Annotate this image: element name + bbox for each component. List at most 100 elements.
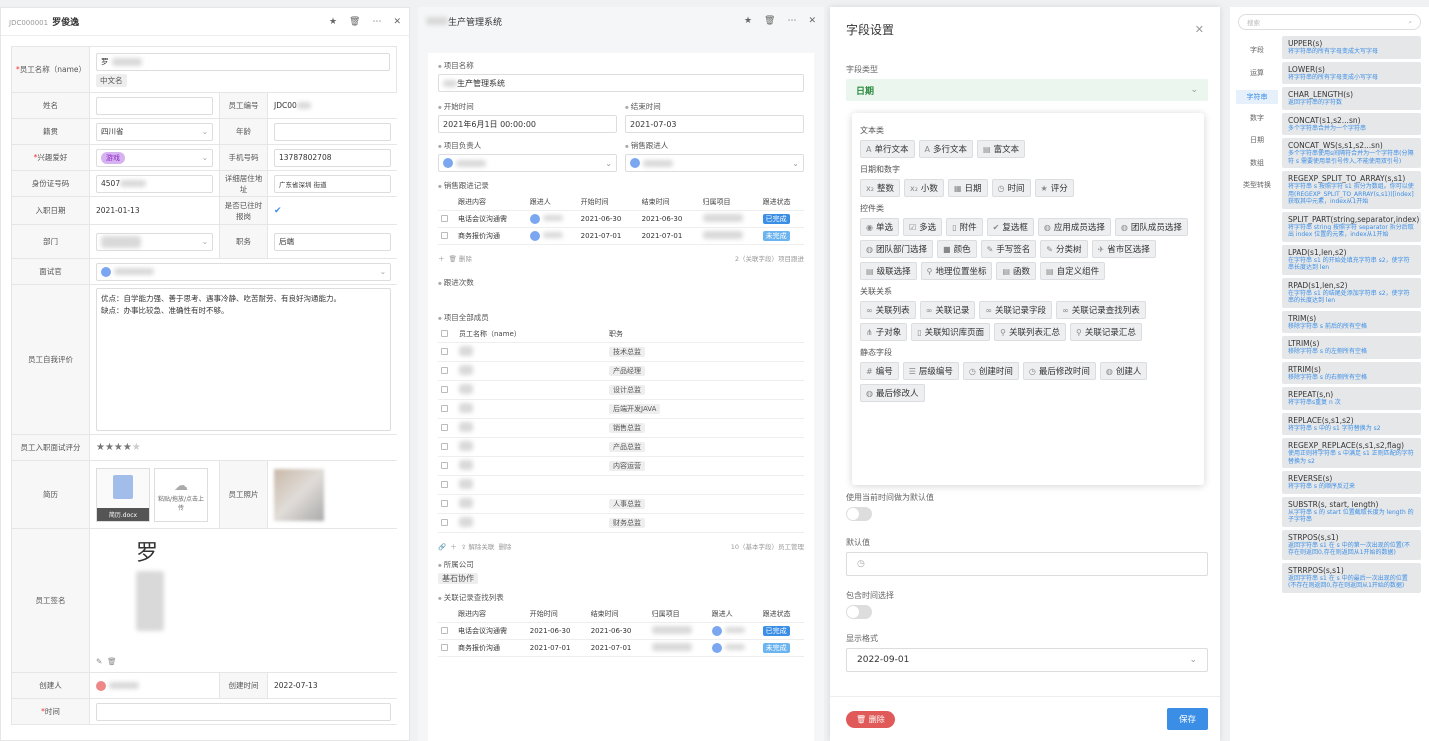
table-row[interactable]: 后端开发JAVA: [438, 399, 804, 419]
table-row[interactable]: 技术总监: [438, 342, 804, 362]
owner-select[interactable]: ⌄: [438, 154, 617, 172]
addr-input[interactable]: 广东省深圳 街道: [274, 174, 391, 193]
delete-button[interactable]: 删除: [499, 543, 512, 551]
field-type-option[interactable]: ■ 颜色: [937, 240, 977, 258]
field-type-option[interactable]: ∞ 关联记录查找列表: [1056, 301, 1146, 319]
field-type-option[interactable]: ▦ 日期: [947, 179, 988, 197]
close-icon[interactable]: ✕: [1195, 23, 1204, 36]
field-type-option[interactable]: ▤ 自定义组件: [1040, 262, 1106, 280]
field-type-option[interactable]: ★ 评分: [1034, 179, 1074, 197]
table-row[interactable]: 产品经理: [438, 361, 804, 381]
field-type-option[interactable]: x₂ 整数: [860, 179, 900, 197]
close-icon[interactable]: ✕: [393, 17, 401, 27]
upload-box[interactable]: ☁ 粘贴/拖放/点击上传: [154, 467, 208, 522]
field-type-option[interactable]: ✔ 复选框: [986, 218, 1034, 236]
field-type-select[interactable]: 日期 ⌄: [846, 79, 1208, 101]
field-type-option[interactable]: ◷ 创建时间: [962, 362, 1019, 380]
more-icon[interactable]: ⋯: [787, 16, 796, 26]
function-item[interactable]: LOWER(s) 将字符串的所有字母变成小写字母: [1282, 61, 1421, 84]
unlink-button[interactable]: 解除关联: [468, 543, 494, 551]
function-item[interactable]: SUBSTR(s, start, length) 从字符串 s 的 start 位…: [1282, 496, 1421, 527]
function-item[interactable]: UPPER(s) 将字符串的所有字母变成大写字母: [1282, 36, 1421, 59]
delete-icon[interactable]: 🗑: [764, 16, 775, 26]
default-input[interactable]: ◷: [846, 552, 1208, 576]
table-row[interactable]: 设计总监: [438, 380, 804, 400]
function-item[interactable]: REPEAT(s,n) 将字符串s重复 n 次: [1282, 387, 1421, 410]
star-icon[interactable]: ★: [329, 17, 337, 27]
star-icon[interactable]: ★: [744, 16, 752, 26]
table-row[interactable]: 内容运营: [438, 456, 804, 476]
field-type-option[interactable]: ✎ 分类树: [1040, 240, 1088, 258]
field-type-option[interactable]: ☰ 层级编号: [902, 362, 959, 380]
field-type-option[interactable]: ◍ 最后修改人: [860, 384, 925, 402]
field-type-option[interactable]: ◉ 单选: [860, 218, 899, 236]
end-input[interactable]: 2021-07-03: [625, 115, 804, 133]
function-item[interactable]: CONCAT_WS(s,s1,s2...sn) 多个字符串使用s间隔符合并为一个字…: [1282, 138, 1421, 168]
field-type-option[interactable]: # 编号: [860, 362, 899, 380]
field-type-option[interactable]: ▯ 关联知识库页面: [911, 323, 991, 341]
time-input[interactable]: [96, 702, 391, 721]
edit-icon[interactable]: ✎: [96, 657, 102, 666]
now-default-toggle[interactable]: [846, 507, 872, 521]
add-icon[interactable]: ＋: [450, 543, 457, 551]
xm-input[interactable]: [96, 96, 213, 115]
rating-stars[interactable]: ★★★★ ★: [90, 435, 397, 460]
field-type-option[interactable]: ◷ 时间: [991, 179, 1031, 197]
proj-input[interactable]: 生产管理系统: [438, 74, 804, 92]
field-type-option[interactable]: ☑ 多选: [903, 218, 943, 236]
table-row[interactable]: 商务报价沟通 2021-07-01 2021-07-01 未完成: [438, 227, 804, 245]
field-type-option[interactable]: ∞ 关联记录字段: [979, 301, 1053, 319]
id-input[interactable]: 4507: [96, 174, 213, 193]
search-input[interactable]: 搜索 ⌕: [1238, 14, 1421, 30]
save-button[interactable]: 保存: [1166, 708, 1208, 730]
function-item[interactable]: REGEXP_REPLACE(s,s1,s2,flag) 使用正则将字符串 s 中…: [1282, 438, 1421, 468]
table-row[interactable]: 产品总监: [438, 437, 804, 457]
field-type-option[interactable]: A 单行文本: [860, 140, 915, 158]
function-item[interactable]: RPAD(s1,len,s2) 在字符串 s1 的结尾处添加字符串 s2，使字符串…: [1282, 277, 1421, 308]
hobby-select[interactable]: 游戏 ⌄: [96, 148, 213, 167]
function-item[interactable]: REPLACE(s,s1,s2) 将字符串 s 中的 s1 字符替换为 s2: [1282, 412, 1421, 435]
iv-select[interactable]: ⌄: [96, 262, 391, 281]
sales-select[interactable]: ⌄: [625, 154, 804, 172]
field-type-option[interactable]: ✈ 省市区选择: [1091, 240, 1156, 258]
table-row[interactable]: 商务报价沟通 2021-07-01 2021-07-01 未完成: [438, 639, 804, 657]
dept-select[interactable]: ⌄: [96, 232, 213, 251]
fmt-select[interactable]: 2022-09-01 ⌄: [846, 648, 1208, 672]
function-item[interactable]: STRRPOS(s,s1) 返回字符串 s1 在 s 中的最后一次出现的位置(不存…: [1282, 562, 1421, 593]
field-type-option[interactable]: ◍ 应用成员选择: [1037, 218, 1111, 236]
field-type-option[interactable]: ⚲ 关联记录汇总: [1070, 323, 1142, 341]
category-4[interactable]: 日期: [1236, 135, 1278, 145]
field-type-option[interactable]: ⋔ 子对象: [860, 323, 908, 341]
field-type-option[interactable]: ✎ 手写签名: [980, 240, 1037, 258]
function-item[interactable]: LPAD(s1,len,s2) 在字符串 s1 的开始处填充字符串 s2，使字符串…: [1282, 244, 1421, 275]
delete-icon[interactable]: 🗑: [107, 657, 117, 666]
post-input[interactable]: 后端: [274, 232, 391, 251]
field-type-option[interactable]: ◍ 团队部门选择: [860, 240, 933, 258]
function-item[interactable]: SPLIT_PART(string,separator,index) 将字符串 s…: [1282, 211, 1421, 242]
field-type-option[interactable]: ⚲ 地理位置坐标: [920, 262, 993, 280]
function-item[interactable]: REGEXP_SPLIT_TO_ARRAY(s,s1) 将字符串 s 按照字符 s…: [1282, 171, 1421, 209]
field-type-option[interactable]: ◍ 团队成员选择: [1114, 218, 1188, 236]
table-row[interactable]: 人事总监: [438, 494, 804, 514]
emp-name-input[interactable]: 罗: [96, 52, 390, 71]
function-item[interactable]: CHAR_LENGTH(s) 返回字符串的字符数: [1282, 87, 1421, 110]
delete-button[interactable]: 🗑 删除: [846, 710, 895, 728]
delete-icon[interactable]: 🗑: [349, 17, 360, 27]
eval-textarea[interactable]: 优点：自学能力强、善于思考、遇事冷静、吃苦耐劳、有良好沟通能力。 缺点：办事比较急…: [96, 288, 391, 431]
field-type-option[interactable]: ∞ 关联列表: [860, 301, 916, 319]
resume-file[interactable]: 简历.docx: [96, 467, 150, 522]
add-icon[interactable]: ＋: [438, 255, 445, 263]
field-type-option[interactable]: ∞ 关联记录: [919, 301, 976, 319]
more-icon[interactable]: ⋯: [372, 17, 381, 27]
category-6[interactable]: 类型转换: [1236, 180, 1278, 190]
table-row[interactable]: 销售总监: [438, 418, 804, 438]
function-item[interactable]: TRIM(s) 移除字符串 s 前后的所有空格: [1282, 310, 1421, 333]
phone-input[interactable]: 13787802708: [274, 148, 391, 167]
check-icon[interactable]: ✔: [274, 206, 284, 216]
category-0[interactable]: 字段: [1236, 45, 1278, 55]
table-row[interactable]: 电话会议沟通需 2021-06-30 2021-06-30 已完成: [438, 622, 804, 640]
function-item[interactable]: STRPOS(s,s1) 返回字符串 s1 在 s 中的第一次出现的位置(不存在则…: [1282, 529, 1421, 560]
function-item[interactable]: RTRIM(s) 移除字符串 s 的右侧所有空格: [1282, 361, 1421, 384]
rec-delete[interactable]: 删除: [459, 255, 472, 263]
field-type-option[interactable]: ▤ 富文本: [977, 140, 1026, 158]
